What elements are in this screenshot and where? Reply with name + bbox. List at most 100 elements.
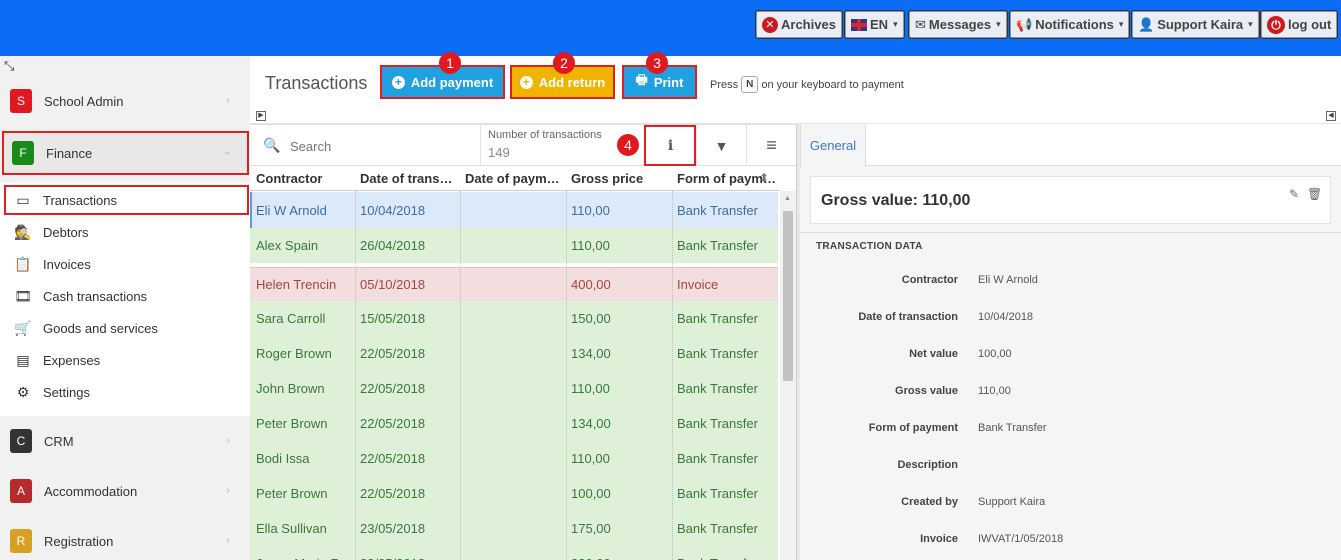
- cell-form-of-payment: Bank Transfer: [677, 451, 758, 466]
- sort-icon[interactable]: ⬍: [759, 171, 769, 185]
- cell-form-of-payment: Bank Transfer: [677, 238, 758, 253]
- detail-tabs: General: [800, 124, 1341, 167]
- keyboard-hint: Press N on your keyboard to payment: [710, 76, 904, 93]
- sidebar-item-settings[interactable]: ⚙ Settings: [0, 377, 250, 407]
- badge-icon: C: [10, 429, 32, 453]
- scrollbar-thumb[interactable]: [783, 211, 793, 381]
- cell-form-of-payment: Bank Transfer: [677, 486, 758, 501]
- field-label: Gross value: [895, 385, 958, 397]
- table-row[interactable]: Roger Brown 22/05/2018 134,00 Bank Transfer: [250, 336, 778, 371]
- expand-left-icon[interactable]: ▶: [256, 111, 266, 121]
- search-input[interactable]: [290, 135, 470, 157]
- chevron-down-icon: ›: [221, 151, 234, 155]
- sidebar-item-invoices[interactable]: 📋 Invoices: [0, 249, 250, 279]
- item-label: Debtors: [43, 224, 89, 240]
- column-header-gross-price[interactable]: Gross price: [571, 171, 669, 186]
- menu-button[interactable]: ≡: [746, 125, 796, 166]
- cell-date-of-transaction: 23/05/2018: [360, 546, 425, 560]
- expand-right-icon[interactable]: ◀: [1326, 111, 1336, 121]
- cell-contractor: Alex Spain: [256, 238, 319, 253]
- cell-gross-price: 110,00: [571, 202, 610, 218]
- cell-date-of-transaction: 22/05/2018: [360, 381, 426, 396]
- logout-button[interactable]: ⏻ log out: [1259, 10, 1339, 39]
- field-label: Net value: [909, 348, 958, 360]
- column-header-contractor[interactable]: Contractor: [256, 171, 351, 186]
- cell-contractor: Josue Mario R…: [256, 546, 353, 560]
- sidebar-item-debtors[interactable]: 🕵 Debtors: [0, 217, 250, 247]
- sidebar: ⤡ S School Admin › F Finance › ▭ Transac…: [0, 56, 250, 560]
- film-icon: 🎞: [14, 287, 32, 304]
- sidebar-item-expenses[interactable]: ▤ Expenses: [0, 345, 250, 375]
- uk-flag-icon: [851, 18, 867, 31]
- column-divider: [672, 191, 673, 560]
- sidebar-item-goods-and-services[interactable]: 🛒 Goods and services: [0, 313, 250, 343]
- hint-key: N: [741, 76, 759, 93]
- language-select[interactable]: EN ▾: [844, 10, 905, 39]
- messages-button[interactable]: ✉ Messages ▾: [908, 10, 1008, 39]
- table-row[interactable]: Peter Brown 22/05/2018 100,00 Bank Transfer: [250, 476, 778, 511]
- table-row[interactable]: Peter Brown 22/05/2018 134,00 Bank Transfer: [250, 406, 778, 441]
- chevron-down-icon: ▾: [1248, 19, 1253, 29]
- table-row[interactable]: John Brown 22/05/2018 110,00 Bank Transfer: [250, 371, 778, 406]
- collapse-arrows-icon[interactable]: ⤡: [4, 58, 14, 74]
- cell-gross-price: 150,00: [571, 311, 611, 326]
- filter-icon: ▼: [714, 137, 729, 154]
- filter-button[interactable]: ▼: [696, 125, 746, 166]
- archives-button[interactable]: ✕ Archives: [755, 10, 843, 39]
- info-icon: i: [667, 137, 674, 154]
- table-row[interactable]: Josue Mario R… 23/05/2018 330,00 Bank Trans…: [250, 546, 778, 560]
- table-row[interactable]: Sara Carroll 15/05/2018 150,00 Bank Transfe…: [250, 301, 778, 336]
- table-row[interactable]: Ella Sullivan 23/05/2018 175,00 Bank Transf…: [250, 511, 778, 546]
- badge-icon: R: [10, 529, 32, 553]
- info-button[interactable]: i: [644, 125, 696, 166]
- sidebar-group-accommodation[interactable]: A Accommodation ›: [0, 466, 250, 516]
- cell-gross-price: 134,00: [571, 346, 611, 361]
- trash-icon[interactable]: 🗑: [1307, 187, 1322, 201]
- clipboard-icon: 📋: [14, 255, 32, 272]
- field-value: Support Kaira: [978, 496, 1046, 508]
- sidebar-group-crm[interactable]: C CRM ›: [0, 416, 250, 466]
- table-row[interactable]: Helen Trencin 05/10/2018 400,00 Invoice: [250, 267, 778, 302]
- column-header-date-of-payment[interactable]: Date of paym…: [465, 171, 563, 186]
- sidebar-item-cash-transactions[interactable]: 🎞 Cash transactions: [0, 281, 250, 311]
- cell-gross-price: 110,00: [571, 451, 610, 466]
- field-value: IWVAT/1/05/2018: [978, 533, 1064, 545]
- user-menu-button[interactable]: 👤 Support Kaira ▾: [1131, 10, 1260, 39]
- field-label: Form of payment: [868, 422, 958, 434]
- transactions-table: Contractor Date of trans… Date of paym… …: [250, 166, 796, 560]
- edit-pencil-icon[interactable]: ✎: [1289, 187, 1299, 201]
- column-header-date-of-transaction[interactable]: Date of trans…: [360, 171, 458, 186]
- printer-icon: 🖶: [635, 72, 648, 87]
- cell-contractor: Ella Sullivan: [256, 521, 327, 536]
- column-divider: [460, 191, 461, 560]
- sidebar-group-finance[interactable]: F Finance ›: [2, 131, 249, 175]
- item-label: Invoices: [43, 256, 91, 272]
- cell-form-of-payment: Bank Transfer: [677, 346, 758, 361]
- sidebar-group-school-admin[interactable]: S School Admin ›: [0, 76, 250, 126]
- table-row[interactable]: Alex Spain 26/04/2018 110,00 Bank Transfer: [250, 228, 778, 263]
- field-value: Eli W Arnold: [978, 274, 1038, 286]
- notifications-button[interactable]: 📢 Notifications ▾: [1008, 10, 1131, 39]
- table-row[interactable]: Bodi Issa 22/05/2018 110,00 Bank Transfer: [250, 441, 778, 476]
- cell-date-of-transaction: 22/05/2018: [360, 486, 426, 501]
- chevron-down-icon: ▾: [893, 19, 898, 29]
- table-scrollbar[interactable]: ▲: [780, 191, 796, 560]
- add-return-label: Add return: [538, 74, 606, 90]
- sidebar-item-transactions[interactable]: ▭ Transactions: [4, 185, 249, 215]
- gross-value-card: Gross value: 110,00 ✎ 🗑: [810, 176, 1331, 224]
- user-icon: 👤: [1138, 16, 1155, 32]
- grid-toolbar: 🔍 Number of transactions 149 i ▼ ≡: [250, 124, 796, 166]
- cell-contractor: Sara Carroll: [256, 311, 326, 326]
- chevron-down-icon: ▾: [996, 19, 1001, 29]
- table-row[interactable]: Eli W Arnold 10/04/2018 110,00 Bank Transfe…: [250, 192, 778, 228]
- tab-general[interactable]: General: [800, 124, 866, 167]
- section-title: TRANSACTION DATA: [800, 232, 1341, 256]
- cell-contractor: Roger Brown: [256, 346, 332, 361]
- cell-gross-price: 400,00: [571, 277, 611, 292]
- chevron-right-icon: ›: [226, 535, 230, 547]
- sidebar-group-registration[interactable]: R Registration ›: [0, 516, 250, 560]
- archive-x-icon: ✕: [762, 16, 778, 33]
- cell-gross-price: 330,00: [571, 546, 611, 560]
- field-label: Date of transaction: [858, 311, 958, 323]
- scroll-up-icon[interactable]: ▲: [784, 195, 791, 202]
